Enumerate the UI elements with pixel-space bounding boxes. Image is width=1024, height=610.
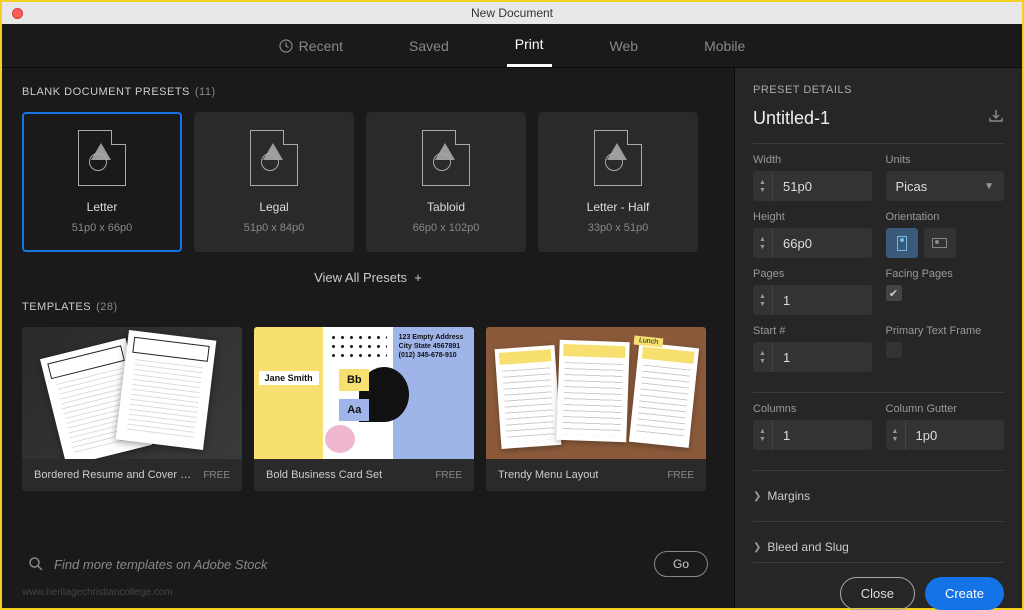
go-button[interactable]: Go [654,551,708,577]
primary-text-frame-label: Primary Text Frame [886,325,1005,337]
preset-legal[interactable]: Legal 51p0 x 84p0 [194,112,354,252]
units-label: Units [886,154,1005,166]
portrait-icon [897,236,907,251]
templates-row: Bordered Resume and Cover Let... FREE Ja… [22,327,714,491]
clock-icon [279,39,293,53]
tab-recent[interactable]: Recent [271,26,351,66]
watermark: www.heritagechristiancollege.com [22,587,714,598]
height-input[interactable]: ▲▼ 66p0 [753,228,872,258]
tab-print[interactable]: Print [507,24,552,67]
facing-pages-label: Facing Pages [886,268,1005,280]
columns-input[interactable]: ▲▼ 1 [753,420,872,450]
preset-details-panel: PRESET DETAILS Untitled-1 Width ▲▼ 51p0 … [734,68,1022,608]
presets-row: Letter 51p0 x 66p0 Legal 51p0 x 84p0 Tab… [22,112,714,252]
search-input[interactable]: Find more templates on Adobe Stock [28,556,642,572]
preset-letter[interactable]: Letter 51p0 x 66p0 [22,112,182,252]
template-thumbnail: Jane Smith BbAa 123 Empty AddressCity St… [254,327,474,459]
page-icon [250,130,298,186]
preset-letter-half[interactable]: Letter - Half 33p0 x 51p0 [538,112,698,252]
preset-tabloid[interactable]: Tabloid 66p0 x 102p0 [366,112,526,252]
template-thumbnail [22,327,242,459]
width-label: Width [753,154,872,166]
search-icon [28,556,44,572]
create-button[interactable]: Create [925,577,1004,610]
document-name[interactable]: Untitled-1 [753,108,1004,129]
window-close-button[interactable] [12,8,23,19]
pages-label: Pages [753,268,872,280]
tab-web[interactable]: Web [602,26,647,66]
expand-margins[interactable]: ❯ Margins [753,481,1004,511]
presets-header: BLANK DOCUMENT PRESETS (11) [22,86,714,98]
template-resume[interactable]: Bordered Resume and Cover Let... FREE [22,327,242,491]
template-menu[interactable]: Lunch Trendy Menu Layout FREE [486,327,706,491]
gutter-label: Column Gutter [886,403,1005,415]
save-preset-icon[interactable] [988,108,1004,129]
orientation-label: Orientation [886,211,1005,223]
stepper-arrows[interactable]: ▲▼ [753,285,773,315]
category-tabs: Recent Saved Print Web Mobile [2,24,1022,68]
chevron-right-icon: ❯ [753,491,761,502]
titlebar: New Document [2,2,1022,24]
window-title: New Document [471,6,553,20]
columns-label: Columns [753,403,872,415]
stepper-arrows[interactable]: ▲▼ [753,420,773,450]
height-label: Height [753,211,872,223]
template-business-card[interactable]: Jane Smith BbAa 123 Empty AddressCity St… [254,327,474,491]
stepper-arrows[interactable]: ▲▼ [753,171,773,201]
facing-pages-checkbox[interactable]: ✔ [886,285,902,301]
page-icon [78,130,126,186]
units-select[interactable]: Picas ▼ [886,171,1005,201]
page-icon [594,130,642,186]
search-row: Find more templates on Adobe Stock Go [22,543,714,585]
chevron-down-icon: ▼ [984,181,994,192]
gutter-input[interactable]: ▲▼ 1p0 [886,420,1005,450]
details-title: PRESET DETAILS [753,84,1004,96]
left-panel: BLANK DOCUMENT PRESETS (11) Letter 51p0 … [2,68,734,608]
close-button[interactable]: Close [840,577,915,610]
expand-bleed[interactable]: ❯ Bleed and Slug [753,532,1004,562]
width-input[interactable]: ▲▼ 51p0 [753,171,872,201]
dialog-buttons: Close Create [753,562,1004,610]
orientation-landscape[interactable] [924,228,956,258]
stepper-arrows[interactable]: ▲▼ [753,342,773,372]
start-label: Start # [753,325,872,337]
landscape-icon [932,238,947,248]
start-input[interactable]: ▲▼ 1 [753,342,872,372]
pages-input[interactable]: ▲▼ 1 [753,285,872,315]
page-icon [422,130,470,186]
tab-mobile[interactable]: Mobile [696,26,753,66]
tab-saved[interactable]: Saved [401,26,457,66]
orientation-portrait[interactable] [886,228,918,258]
stepper-arrows[interactable]: ▲▼ [753,228,773,258]
stepper-arrows[interactable]: ▲▼ [886,420,906,450]
view-all-presets[interactable]: View All Presets + [22,270,714,285]
primary-text-frame-checkbox[interactable] [886,342,902,358]
template-thumbnail: Lunch [486,327,706,459]
templates-header: TEMPLATES (28) [22,301,714,313]
chevron-right-icon: ❯ [753,542,761,553]
